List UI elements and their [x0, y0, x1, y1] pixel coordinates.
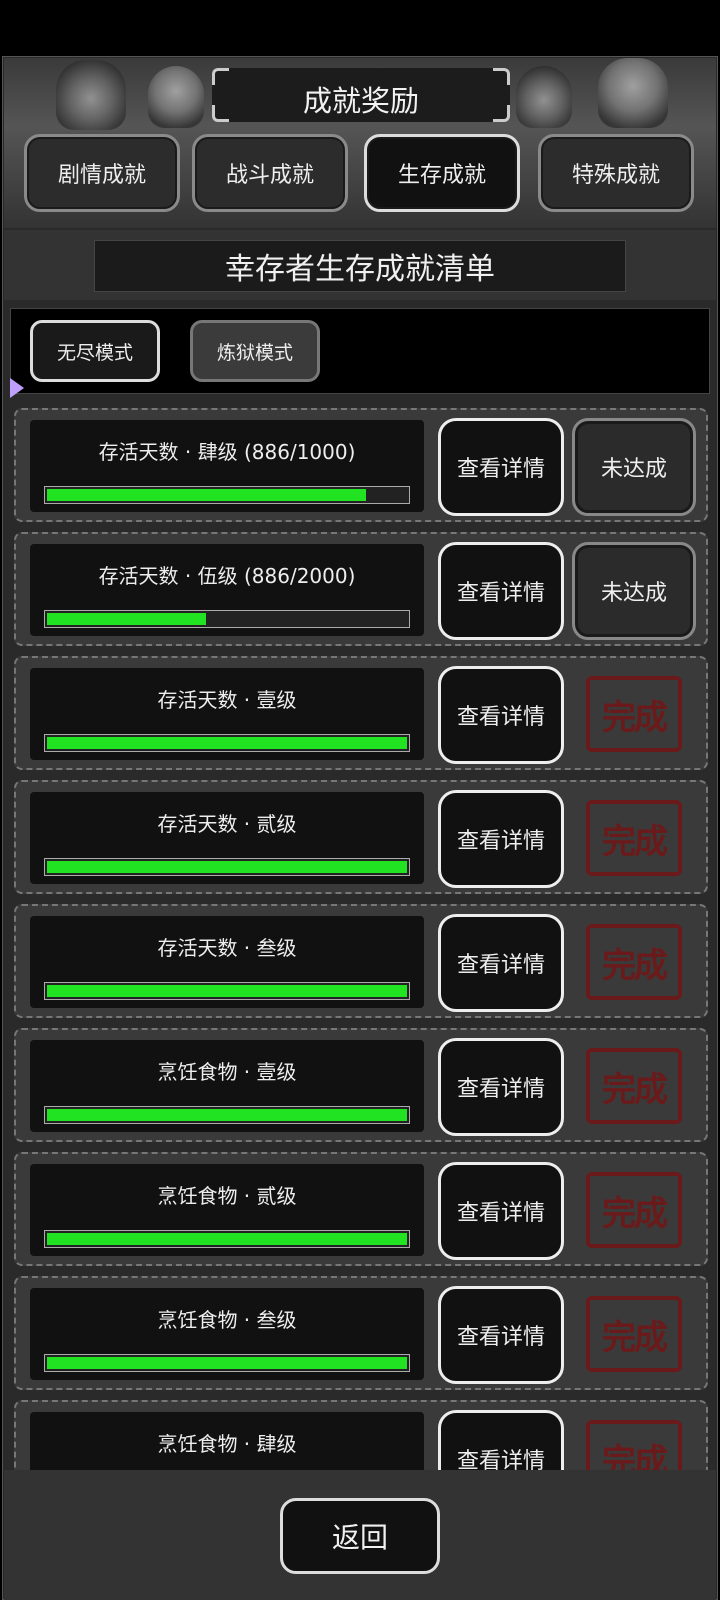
mode-label: 炼狱模式 — [216, 341, 293, 364]
completed-stamp: 完成 — [586, 1296, 682, 1372]
completed-stamp: 完成 — [586, 1048, 682, 1124]
progress-bar — [44, 734, 410, 752]
view-details-button[interactable]: 查看详情 — [438, 418, 564, 516]
achievement-info: 存活天数 · 壹级 — [30, 668, 424, 760]
button-label: 查看详情 — [456, 1325, 545, 1350]
progress-bar — [44, 486, 410, 504]
achievement-row: 烹饪食物 · 叁级 查看详情 完成 — [14, 1276, 708, 1390]
completed-stamp: 完成 — [586, 800, 682, 876]
progress-bar — [44, 610, 410, 628]
achievement-label: 存活天数 · 叁级 — [157, 936, 297, 960]
achievement-row: 存活天数 · 壹级 查看详情 完成 — [14, 656, 708, 770]
achievement-label: 烹饪食物 · 贰级 — [157, 1184, 297, 1208]
back-button[interactable]: 返回 — [280, 1498, 440, 1574]
achievement-label: 烹饪食物 · 叁级 — [157, 1308, 297, 1332]
status-label: 未达成 — [600, 581, 667, 606]
view-details-button[interactable]: 查看详情 — [438, 1410, 564, 1470]
achievement-label: 烹饪食物 · 肆级 — [157, 1432, 297, 1456]
achievement-info: 存活天数 · 贰级 — [30, 792, 424, 884]
button-label: 查看详情 — [456, 705, 545, 730]
button-label: 查看详情 — [456, 1201, 545, 1226]
achievement-row: 存活天数 · 叁级 查看详情 完成 — [14, 904, 708, 1018]
button-label: 查看详情 — [456, 1077, 545, 1102]
tab-story[interactable]: 剧情成就 — [24, 134, 180, 212]
view-details-button[interactable]: 查看详情 — [438, 1038, 564, 1136]
achievement-row: 存活天数 · 贰级 查看详情 完成 — [14, 780, 708, 894]
view-details-button[interactable]: 查看详情 — [438, 1286, 564, 1384]
achievement-row: 烹饪食物 · 壹级 查看详情 完成 — [14, 1028, 708, 1142]
button-label: 查看详情 — [456, 581, 545, 606]
achievement-label: 存活天数 · 壹级 — [157, 688, 297, 712]
completed-stamp: 完成 — [586, 1172, 682, 1248]
achievement-label: 存活天数 · 贰级 — [157, 812, 297, 836]
achievement-info: 烹饪食物 · 贰级 — [30, 1164, 424, 1256]
completed-stamp: 完成 — [586, 676, 682, 752]
title-frame: 成就奖励 — [212, 68, 510, 122]
progress-bar — [44, 982, 410, 1000]
tab-label: 战斗成就 — [225, 163, 314, 188]
progress-fill — [47, 985, 407, 997]
tab-label: 剧情成就 — [57, 163, 146, 188]
button-label: 查看详情 — [456, 829, 545, 854]
not-achieved-button[interactable]: 未达成 — [572, 418, 696, 516]
tab-label: 生存成就 — [397, 163, 486, 188]
completed-stamp: 完成 — [586, 924, 682, 1000]
progress-fill — [47, 1109, 407, 1121]
soldier-portrait — [598, 58, 668, 128]
arrow-right-icon — [10, 378, 24, 398]
progress-fill — [47, 737, 407, 749]
view-details-button[interactable]: 查看详情 — [438, 666, 564, 764]
button-label: 查看详情 — [456, 1449, 545, 1470]
progress-bar — [44, 1230, 410, 1248]
progress-fill — [47, 861, 407, 873]
mode-label: 无尽模式 — [56, 341, 133, 364]
mode-endless-button[interactable]: 无尽模式 — [30, 320, 160, 382]
progress-bar — [44, 1106, 410, 1124]
achievement-label: 存活天数 · 肆级 (886/1000) — [98, 440, 356, 464]
achievement-label: 烹饪食物 · 壹级 — [157, 1060, 297, 1084]
tab-label: 特殊成就 — [571, 163, 660, 188]
achievement-list[interactable]: 存活天数 · 肆级 (886/1000) 查看详情 未达成 存活天数 · 伍级 … — [10, 408, 714, 1470]
button-label: 查看详情 — [456, 457, 545, 482]
achievement-row: 存活天数 · 伍级 (886/2000) 查看详情 未达成 — [14, 532, 708, 646]
button-label: 查看详情 — [456, 953, 545, 978]
progress-fill — [47, 1233, 407, 1245]
list-title: 幸存者生存成就清单 — [94, 240, 626, 292]
progress-fill — [47, 1357, 407, 1369]
not-achieved-button[interactable]: 未达成 — [572, 542, 696, 640]
tab-combat[interactable]: 战斗成就 — [192, 134, 348, 212]
achievement-row: 烹饪食物 · 贰级 查看详情 完成 — [14, 1152, 708, 1266]
tab-survival[interactable]: 生存成就 — [364, 134, 520, 212]
achievement-row: 存活天数 · 肆级 (886/1000) 查看详情 未达成 — [14, 408, 708, 522]
view-details-button[interactable]: 查看详情 — [438, 790, 564, 888]
page-title: 成就奖励 — [302, 84, 419, 118]
soldier-portrait — [56, 60, 126, 130]
achievement-info: 存活天数 · 伍级 (886/2000) — [30, 544, 424, 636]
progress-fill — [47, 489, 366, 501]
button-label: 返回 — [331, 1521, 388, 1554]
soldier-portrait — [516, 66, 572, 128]
achievement-info: 存活天数 · 叁级 — [30, 916, 424, 1008]
view-details-button[interactable]: 查看详情 — [438, 1162, 564, 1260]
achievement-info: 烹饪食物 · 叁级 — [30, 1288, 424, 1380]
view-details-button[interactable]: 查看详情 — [438, 914, 564, 1012]
tab-special[interactable]: 特殊成就 — [538, 134, 694, 212]
progress-bar — [44, 858, 410, 876]
soldier-portrait — [148, 66, 204, 128]
completed-stamp: 完成 — [586, 1420, 682, 1470]
progress-fill — [47, 613, 206, 625]
achievement-label: 存活天数 · 伍级 (886/2000) — [98, 564, 356, 588]
achievement-info: 烹饪食物 · 肆级 — [30, 1412, 424, 1470]
view-details-button[interactable]: 查看详情 — [438, 542, 564, 640]
progress-bar — [44, 1354, 410, 1372]
status-label: 未达成 — [600, 457, 667, 482]
achievement-row: 烹饪食物 · 肆级 查看详情 完成 — [14, 1400, 708, 1470]
achievement-info: 烹饪食物 · 壹级 — [30, 1040, 424, 1132]
mode-purgatory-button[interactable]: 炼狱模式 — [190, 320, 320, 382]
achievement-info: 存活天数 · 肆级 (886/1000) — [30, 420, 424, 512]
